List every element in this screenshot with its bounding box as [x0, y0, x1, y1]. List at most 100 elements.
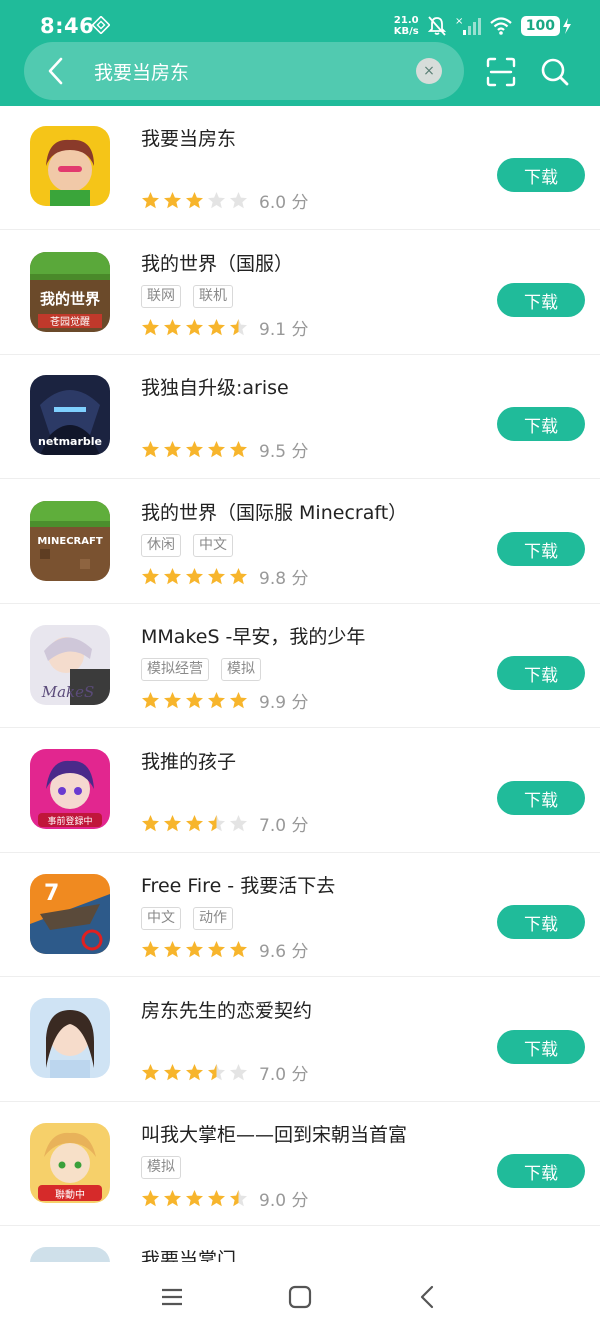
scan-icon[interactable]: [485, 56, 517, 88]
search-icon[interactable]: [539, 56, 571, 88]
star-rating: [141, 318, 248, 337]
star-filled-icon: [142, 692, 159, 709]
star-filled-icon: [208, 941, 225, 958]
mmakes-icon[interactable]: MakeS: [30, 625, 110, 705]
tag-list: 模拟: [141, 1156, 181, 1179]
result-row[interactable]: netmarble 我独自升级:arise 9.5 分 下载: [0, 355, 600, 479]
category-tag: 休闲: [141, 534, 181, 557]
minecraft-cn-icon[interactable]: 我的世界 苍园觉醒: [30, 252, 110, 332]
svg-text:聯動中: 聯動中: [55, 1188, 85, 1201]
download-button[interactable]: 下载: [497, 532, 585, 566]
star-empty-icon: [208, 192, 225, 209]
result-row[interactable]: 我要当掌门: [0, 1227, 600, 1262]
result-row[interactable]: 房东先生的恋爱契约 7.0 分 下载: [0, 978, 600, 1102]
back-button[interactable]: [40, 54, 72, 88]
download-button[interactable]: 下载: [497, 781, 585, 815]
app-title[interactable]: Free Fire - 我要活下去: [141, 871, 335, 898]
oshi-no-ko-icon[interactable]: 事前登録中: [30, 749, 110, 829]
sect-master-icon[interactable]: [30, 1247, 110, 1262]
romance-contract-icon[interactable]: [30, 998, 110, 1078]
result-row[interactable]: MINECRAFT 我的世界（国际服 Minecraft） 休闲 中文 9.8 分 下载: [0, 480, 600, 604]
result-row[interactable]: 我的世界 苍园觉醒 我的世界（国服） 联网 联机 9.1 分 下载: [0, 231, 600, 355]
network-speed: 21.0 KB/s: [394, 15, 419, 37]
solo-leveling-icon[interactable]: netmarble: [30, 375, 110, 455]
result-row[interactable]: MakeS MMakeS -早安，我的少年 模拟经营 模拟 9.9 分 下载: [0, 604, 600, 728]
star-filled-icon: [186, 192, 203, 209]
search-input[interactable]: [94, 56, 394, 86]
rating: 6.0 分: [141, 188, 308, 213]
app-title[interactable]: 我推的孩子: [141, 747, 236, 774]
star-filled-icon: [186, 692, 203, 709]
rating: 9.5 分: [141, 437, 308, 462]
status-bar: 8:46 21.0 KB/s × 100: [0, 0, 600, 44]
status-time: 8:46: [40, 14, 95, 38]
signal-icon: ×: [455, 16, 481, 35]
search-results-list[interactable]: 我要当房东 6.0 分下载 我的世界 苍园觉醒 我的世界（国服） 联网 联机 9.1 分下载 n…: [0, 106, 600, 1262]
free-fire-icon[interactable]: 7: [30, 874, 110, 954]
download-button[interactable]: 下载: [497, 1030, 585, 1064]
chevron-left-icon: [48, 57, 63, 85]
star-filled-icon: [142, 941, 159, 958]
download-button[interactable]: 下载: [497, 1154, 585, 1188]
rating: 7.0 分: [141, 1060, 308, 1085]
svg-text:netmarble: netmarble: [38, 435, 102, 448]
result-row[interactable]: 聯動中 叫我大掌柜——回到宋朝当首富模拟 9.0 分 下载: [0, 1102, 600, 1226]
app-header: 8:46 21.0 KB/s × 100 我要当房东 ×: [0, 0, 600, 106]
star-filled-icon: [230, 941, 247, 958]
minecraft-icon[interactable]: MINECRAFT: [30, 501, 110, 581]
rating-score: 9.6 分: [259, 942, 309, 962]
star-empty-icon: [230, 192, 247, 209]
star-rating: [141, 567, 248, 586]
svg-text:7: 7: [44, 881, 59, 906]
app-title[interactable]: 我要当房东: [141, 124, 236, 151]
landlord-game-icon[interactable]: [30, 126, 110, 206]
rating: 9.0 分: [141, 1186, 308, 1211]
category-tag: 模拟: [141, 1156, 181, 1179]
app-title[interactable]: 我的世界（国服）: [141, 249, 293, 276]
result-row[interactable]: 我要当房东 6.0 分 下载: [0, 106, 600, 230]
star-filled-icon: [208, 441, 225, 458]
star-filled-icon: [208, 568, 225, 585]
result-row[interactable]: 事前登録中 我推的孩子 7.0 分 下载: [0, 729, 600, 853]
app-title[interactable]: 我的世界（国际服 Minecraft）: [141, 498, 407, 525]
download-button[interactable]: 下载: [497, 656, 585, 690]
shopkeeper-icon[interactable]: 聯動中: [30, 1123, 110, 1203]
rating-score: 9.8 分: [259, 569, 309, 589]
network-speed-value: 21.0: [393, 15, 419, 26]
app-title[interactable]: 我独自升级:arise: [141, 373, 289, 400]
star-filled-icon: [164, 192, 181, 209]
star-filled-icon: [186, 1190, 203, 1207]
app-title[interactable]: 房东先生的恋爱契约: [141, 996, 312, 1023]
star-filled-icon: [164, 568, 181, 585]
clear-search-button[interactable]: ×: [416, 58, 442, 84]
rating: 9.6 分: [141, 937, 308, 962]
download-button[interactable]: 下载: [497, 158, 585, 192]
star-filled-icon: [208, 319, 225, 336]
svg-text:×: ×: [455, 16, 463, 27]
star-rating: [141, 440, 248, 459]
tag-list: 中文 动作: [141, 907, 233, 930]
download-button[interactable]: 下载: [497, 283, 585, 317]
download-button[interactable]: 下载: [497, 905, 585, 939]
star-half-icon: [230, 319, 247, 336]
mute-bell-icon: [427, 16, 446, 36]
home-button[interactable]: [285, 1282, 315, 1312]
svg-text:MakeS: MakeS: [41, 683, 95, 701]
rating-score: 7.0 分: [259, 816, 309, 836]
status-indicators: 21.0 KB/s × 100: [394, 14, 572, 38]
star-empty-icon: [230, 815, 247, 832]
star-filled-icon: [164, 941, 181, 958]
system-back-button[interactable]: [413, 1282, 443, 1312]
star-filled-icon: [142, 1064, 159, 1081]
star-filled-icon: [142, 1190, 159, 1207]
star-filled-icon: [142, 192, 159, 209]
star-rating: [141, 814, 248, 833]
recent-apps-button[interactable]: [157, 1282, 187, 1312]
chevron-left-icon: [420, 1285, 434, 1309]
result-row[interactable]: 7 Free Fire - 我要活下去中文 动作 9.6 分 下载: [0, 853, 600, 977]
app-title[interactable]: MMakeS -早安，我的少年: [141, 622, 365, 649]
star-filled-icon: [164, 1064, 181, 1081]
download-button[interactable]: 下载: [497, 407, 585, 441]
app-title[interactable]: 我要当掌门: [141, 1245, 236, 1262]
app-title[interactable]: 叫我大掌柜——回到宋朝当首富: [141, 1120, 407, 1147]
